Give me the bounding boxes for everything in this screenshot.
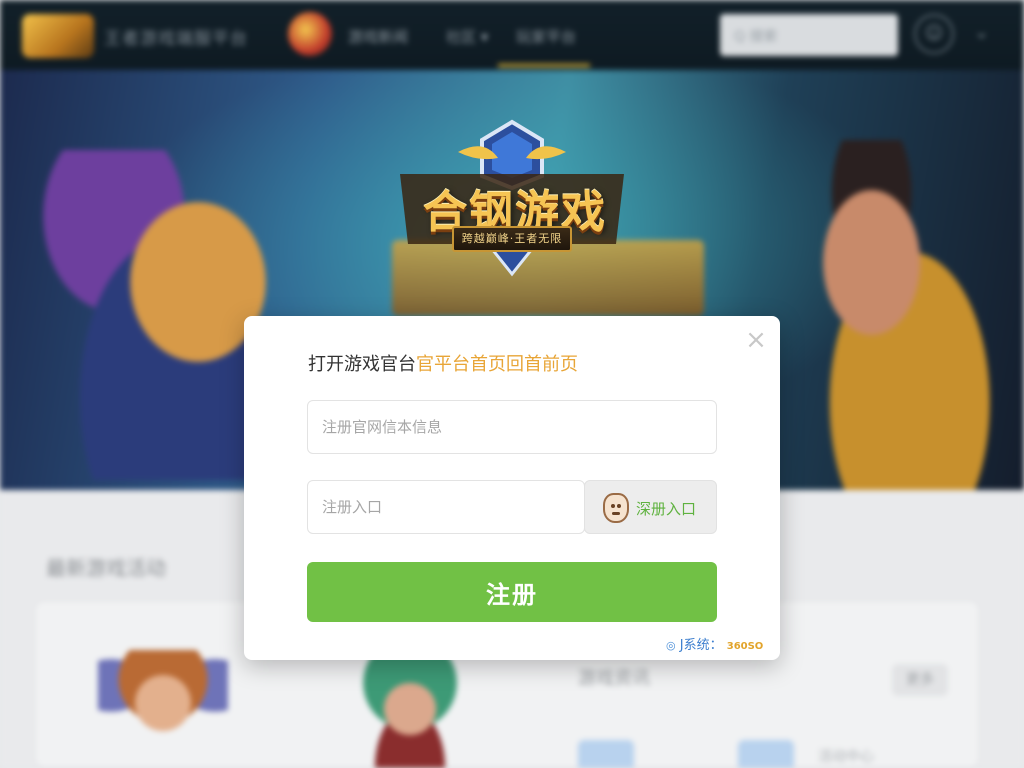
content-heading: 最新游戏活动 (46, 556, 166, 580)
system-icon: ◎ (666, 639, 676, 652)
nav-link-community[interactable]: 社区 ▾ (446, 26, 488, 47)
face-icon (603, 493, 629, 523)
panel-more-button[interactable]: 更多 (892, 664, 948, 696)
footer-note: ◎ J系统： 360SO (666, 634, 763, 653)
hero-character-right (770, 140, 1024, 490)
panel-tag-text: 活动中心 (818, 749, 874, 765)
search-box[interactable]: Q 搜索 (720, 14, 898, 56)
register-info-input[interactable] (308, 401, 716, 453)
register-entry-button-label: 深册入口 (636, 500, 697, 518)
active-nav-indicator (498, 64, 590, 67)
modal-title: 打开游戏官台官平台首页回首前页 (308, 350, 578, 376)
register-entry-input[interactable] (308, 481, 584, 533)
register-info-field (307, 400, 717, 454)
modal-title-highlight: 官平台首页回首前页 (416, 354, 578, 375)
footer-tag: 360SO (726, 641, 764, 652)
emblem-subtitle: 跨越巅峰·王者无限 (452, 226, 572, 252)
panel-tag-1[interactable] (578, 740, 634, 768)
close-icon[interactable]: × (742, 326, 770, 354)
footer-system-text: J系统： (679, 638, 723, 653)
top-navigation-bar: 王者游戏端服平台 游戏新闻 社区 ▾ 玩家平台 Q 搜索 ☺ ⌄ (0, 0, 1024, 70)
character-thumbnail-1[interactable] (98, 650, 228, 768)
nav-link-news[interactable]: 游戏新闻 (348, 26, 408, 47)
site-title: 王者游戏端服平台 (104, 29, 248, 49)
register-entry-field (307, 480, 585, 534)
register-modal: × 打开游戏官台官平台首页回首前页 深册入口 注册 ◎ J系统： 360SO (244, 316, 780, 660)
modal-title-prefix: 打开游戏官台 (308, 354, 416, 375)
register-entry-button[interactable]: 深册入口 (584, 480, 717, 534)
site-logo[interactable] (22, 14, 94, 58)
panel-title: 游戏资讯 (578, 668, 650, 689)
game-avatar-icon[interactable] (288, 12, 332, 56)
register-submit-button[interactable]: 注册 (307, 562, 717, 622)
chevron-down-icon[interactable]: ⌄ (974, 22, 989, 43)
user-icon[interactable]: ☺ (914, 14, 954, 54)
panel-tag-2[interactable] (738, 740, 794, 768)
character-thumbnail-2[interactable] (340, 650, 480, 768)
nav-link-platform[interactable]: 玩家平台 (516, 26, 576, 47)
